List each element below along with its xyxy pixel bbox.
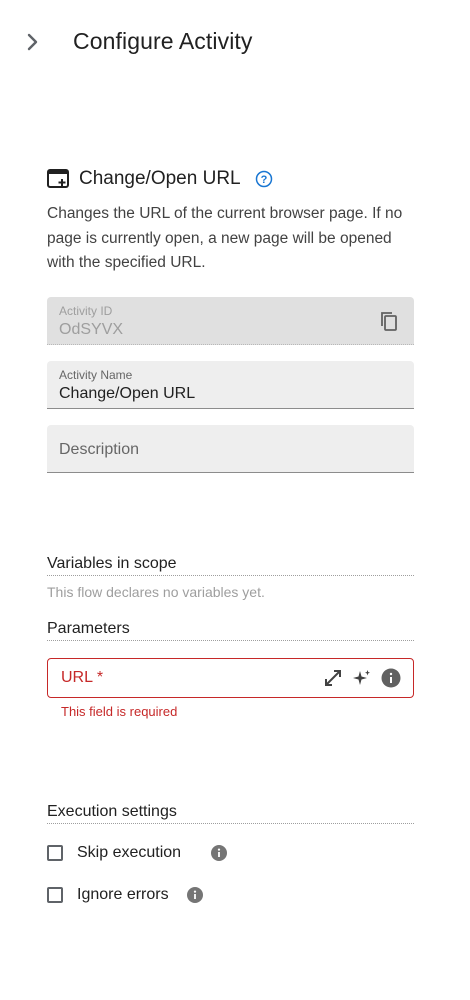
variables-empty-text: This flow declares no variables yet. — [47, 584, 265, 600]
execution-settings-header: Execution settings — [47, 803, 414, 824]
panel-header: Configure Activity — [0, 0, 470, 84]
skip-execution-checkbox[interactable] — [47, 845, 63, 861]
chevron-right-icon — [27, 33, 38, 51]
description-field[interactable]: Description — [47, 425, 414, 473]
activity-name-field[interactable]: Activity Name Change/Open URL — [47, 361, 414, 409]
ignore-errors-row: Ignore errors — [47, 883, 203, 907]
activity-id-label: Activity ID — [59, 304, 113, 318]
page-title: Configure Activity — [73, 28, 253, 54]
description-placeholder[interactable]: Description — [59, 441, 139, 459]
activity-id-value: OdSYVX — [59, 321, 124, 338]
activity-name-value[interactable]: Change/Open URL — [59, 385, 195, 403]
activity-title: Change/Open URL — [79, 168, 241, 189]
collapse-panel-button[interactable] — [20, 28, 46, 56]
variables-header: Variables in scope — [47, 555, 414, 576]
activity-name-label: Activity Name — [59, 368, 133, 382]
url-error-text: This field is required — [61, 704, 178, 719]
info-icon[interactable] — [381, 668, 401, 688]
help-circle-icon[interactable]: ? — [255, 170, 273, 188]
skip-execution-row: Skip execution — [47, 841, 228, 865]
activity-summary: Change/Open URL ? Changes the URL of the… — [47, 166, 414, 276]
url-label: URL * — [61, 669, 104, 686]
svg-text:?: ? — [260, 174, 267, 186]
activity-description: Changes the URL of the current browser p… — [47, 205, 403, 271]
url-input[interactable]: URL * — [47, 658, 414, 698]
copy-icon[interactable] — [380, 311, 398, 336]
sparkle-icon[interactable] — [352, 668, 372, 688]
info-icon[interactable] — [211, 845, 228, 861]
activity-id-field: Activity ID OdSYVX — [47, 297, 414, 345]
ignore-errors-label[interactable]: Ignore errors — [77, 886, 169, 904]
expand-icon[interactable] — [323, 668, 343, 688]
browser-add-icon — [47, 169, 69, 188]
skip-execution-label[interactable]: Skip execution — [77, 844, 181, 862]
ignore-errors-checkbox[interactable] — [47, 887, 63, 903]
info-icon[interactable] — [186, 887, 203, 903]
parameters-header: Parameters — [47, 620, 414, 641]
